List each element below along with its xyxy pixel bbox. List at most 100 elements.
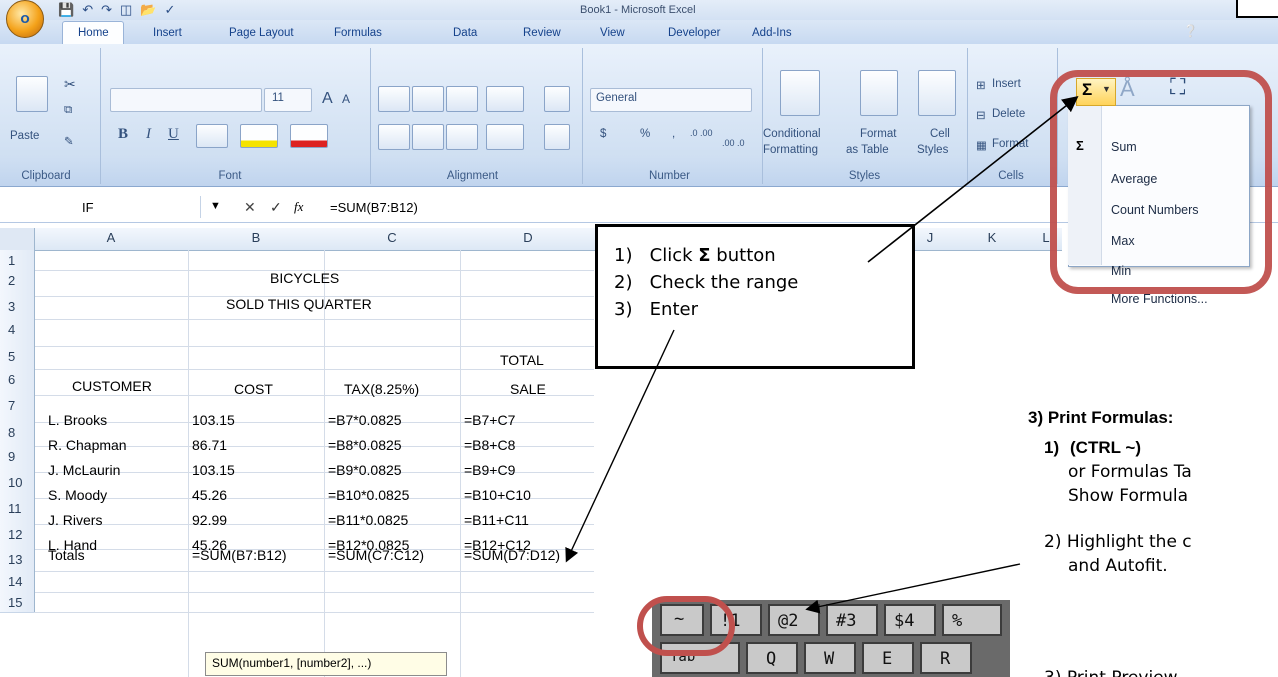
cell-title-sold-this-quarter[interactable]: SOLD THIS QUARTER <box>226 296 372 312</box>
align-bottom-icon[interactable] <box>446 86 478 112</box>
table-cell[interactable]: 45.26 <box>192 487 227 503</box>
formula-input[interactable]: =SUM(B7:B12) <box>330 200 418 215</box>
cell-a5-customer[interactable]: CUSTOMER <box>72 378 152 394</box>
table-cell[interactable]: =B8+C8 <box>464 437 515 453</box>
format-as-table-icon[interactable] <box>860 70 898 116</box>
row-header-12[interactable]: 12 <box>0 524 35 550</box>
column-header-d[interactable]: D <box>460 230 596 245</box>
column-header-j[interactable]: J <box>915 230 945 245</box>
tab-home[interactable]: Home <box>78 27 109 39</box>
enter-button[interactable]: ✓ <box>270 199 282 216</box>
print-preview-icon[interactable]: ◫ <box>120 2 132 18</box>
cell-b5-cost[interactable]: COST <box>234 381 273 397</box>
cell-d14-sum[interactable]: =SUM(D7:D12) <box>464 547 560 563</box>
table-cell[interactable]: J. McLaurin <box>48 462 120 478</box>
row-header-11[interactable]: 11 <box>0 498 35 525</box>
tab-page-layout[interactable]: Page Layout <box>229 27 294 39</box>
align-center-icon[interactable] <box>412 124 444 150</box>
row-header-10[interactable]: 10 <box>0 472 35 499</box>
help-icon[interactable]: ❔ <box>1183 24 1198 38</box>
menu-item-more-functions[interactable]: More Functions... <box>1111 292 1208 306</box>
tab-formulas[interactable]: Formulas <box>334 27 382 39</box>
cell-b14-sum[interactable]: =SUM(B7:B12) <box>192 547 287 563</box>
row-header-15[interactable]: 15 <box>0 592 35 613</box>
redo-icon[interactable]: ↷ <box>101 2 112 18</box>
align-right-icon[interactable] <box>446 124 478 150</box>
format-painter-icon[interactable]: ✎ <box>64 134 74 148</box>
paste-button[interactable]: Paste <box>10 130 39 142</box>
row-header-2[interactable]: 2 <box>0 270 35 297</box>
cell-d4-total[interactable]: TOTAL <box>500 352 544 368</box>
table-cell[interactable]: 92.99 <box>192 512 227 528</box>
table-cell[interactable]: =B9+C9 <box>464 462 515 478</box>
table-cell[interactable]: =B10*0.0825 <box>328 487 409 503</box>
tab-developer[interactable]: Developer <box>668 27 720 39</box>
row-header-1[interactable]: 1 <box>0 250 35 271</box>
table-cell[interactable]: S. Moody <box>48 487 107 503</box>
name-box[interactable] <box>0 196 201 218</box>
cell-c5-tax[interactable]: TAX(8.25%) <box>344 381 419 397</box>
grow-font-button[interactable]: A <box>322 90 333 108</box>
fill-color-icon[interactable] <box>240 124 278 148</box>
table-cell[interactable]: 103.15 <box>192 462 235 478</box>
column-header-b[interactable]: B <box>188 230 324 245</box>
column-header-k[interactable]: K <box>962 230 1022 245</box>
format-cells-button[interactable]: Format <box>992 138 1028 150</box>
table-cell[interactable]: =B8*0.0825 <box>328 437 402 453</box>
table-cell[interactable]: L. Brooks <box>48 412 107 428</box>
tab-data[interactable]: Data <box>453 27 477 39</box>
table-cell[interactable]: =B10+C10 <box>464 487 531 503</box>
align-top-icon[interactable] <box>378 86 410 112</box>
italic-button[interactable]: I <box>146 126 151 143</box>
align-middle-icon[interactable] <box>412 86 444 112</box>
table-cell[interactable]: =B9*0.0825 <box>328 462 402 478</box>
select-all-corner[interactable] <box>0 228 35 250</box>
merge-center-icon[interactable] <box>544 124 570 150</box>
tab-insert[interactable]: Insert <box>153 27 182 39</box>
cell-d5-sale[interactable]: SALE <box>510 381 546 397</box>
undo-icon[interactable]: ↶ <box>82 2 93 18</box>
column-header-a[interactable]: A <box>34 230 188 245</box>
office-button[interactable]: O <box>6 0 44 38</box>
tab-review[interactable]: Review <box>523 27 561 39</box>
table-cell[interactable]: R. Chapman <box>48 437 127 453</box>
cell-c14-sum[interactable]: =SUM(C7:C12) <box>328 547 424 563</box>
table-cell[interactable]: J. Rivers <box>48 512 102 528</box>
save-icon[interactable]: 💾 <box>58 2 74 18</box>
table-cell[interactable]: 86.71 <box>192 437 227 453</box>
format-as-table-button[interactable]: Format <box>860 128 896 140</box>
currency-button[interactable]: $ <box>600 128 606 140</box>
insert-cells-icon[interactable]: ⊞ <box>976 78 986 92</box>
comma-button[interactable]: , <box>672 128 675 140</box>
cell-styles-icon[interactable] <box>918 70 956 116</box>
spelling-icon[interactable]: ✓ <box>164 2 175 18</box>
tab-add-ins[interactable]: Add-Ins <box>752 27 792 39</box>
table-cell[interactable]: 103.15 <box>192 412 235 428</box>
cell-styles-button[interactable]: Cell <box>930 128 950 140</box>
insert-function-button[interactable]: fx <box>294 199 303 215</box>
table-cell[interactable]: =B11+C11 <box>464 512 529 528</box>
row-header-8[interactable]: 8 <box>0 422 35 447</box>
row-header-4[interactable]: 4 <box>0 319 35 347</box>
row-header-9[interactable]: 9 <box>0 446 35 473</box>
row-header-14[interactable]: 14 <box>0 571 35 593</box>
name-box-dropdown-icon[interactable]: ▼ <box>210 200 221 212</box>
conditional-formatting-button[interactable]: Conditional <box>763 128 821 140</box>
tab-view[interactable]: View <box>600 27 625 39</box>
row-header-3[interactable]: 3 <box>0 296 35 320</box>
table-cell[interactable]: =B7*0.0825 <box>328 412 402 428</box>
cell-title-bicycles[interactable]: BICYCLES <box>270 270 339 286</box>
copy-icon[interactable]: ⧉ <box>64 104 72 117</box>
percent-button[interactable]: % <box>640 128 650 140</box>
indent-icon[interactable] <box>486 124 524 150</box>
cancel-button[interactable]: ✕ <box>244 199 256 216</box>
wrap-text-icon[interactable] <box>544 86 570 112</box>
increase-decimal-button[interactable]: .0 .00 <box>690 128 713 138</box>
decrease-decimal-button[interactable]: .00 .0 <box>722 138 745 148</box>
align-left-icon[interactable] <box>378 124 410 150</box>
table-cell[interactable]: =B11*0.0825 <box>328 512 408 528</box>
conditional-formatting-icon[interactable] <box>780 70 820 116</box>
open-icon[interactable]: 📂 <box>140 2 156 18</box>
font-name-combo[interactable] <box>110 88 262 112</box>
cell-a14-totals[interactable]: Totals <box>48 547 85 563</box>
